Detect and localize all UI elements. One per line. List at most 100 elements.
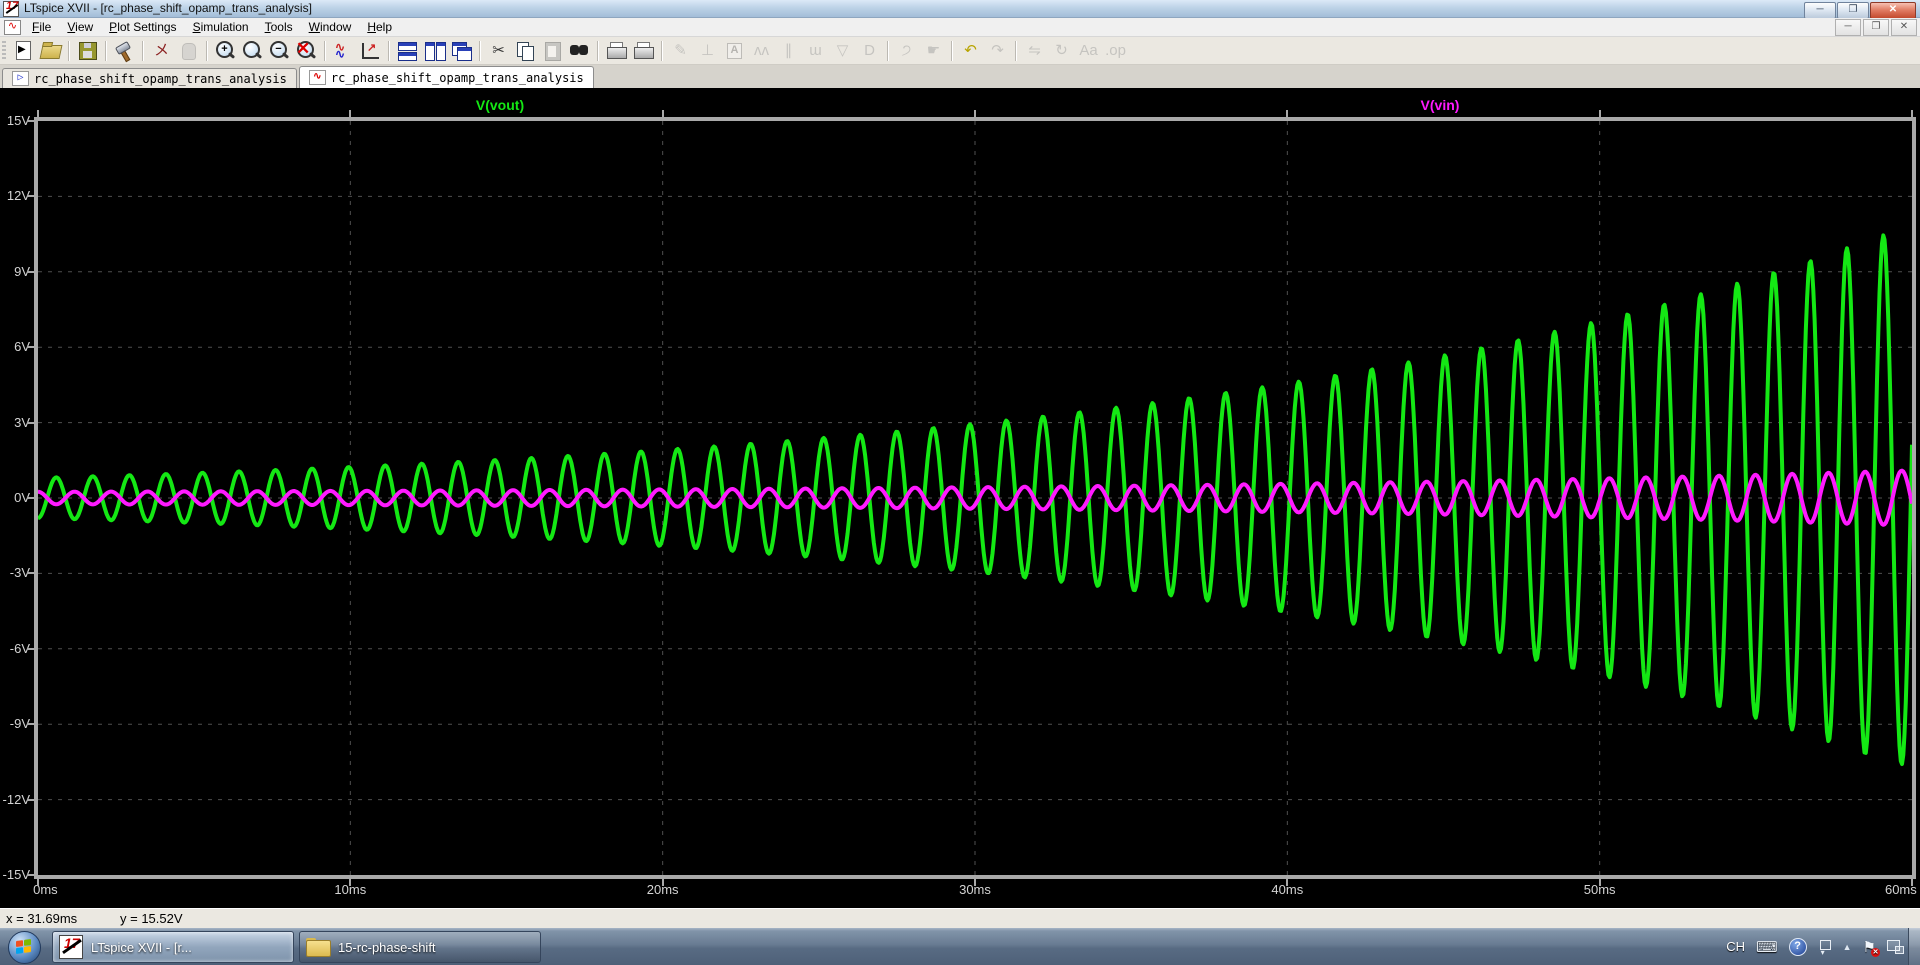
child-window-controls: ─ ❐ ✕ [1835,19,1917,36]
y-tick-label: 9V [0,264,30,280]
language-indicator[interactable]: CH [1726,939,1745,954]
x-tick-mark [1599,110,1601,117]
toolbar-separator [1015,41,1017,61]
toolbar-separator [206,41,208,61]
x-tick-mark [1599,879,1601,886]
start-button[interactable] [8,931,41,964]
y-tick-label: 15V [0,113,30,129]
action-center-icon[interactable]: ⚑✕ [1863,938,1876,956]
find-icon[interactable] [567,39,592,62]
toolbar-separator [597,41,599,61]
plot-settings-axes-icon[interactable]: ↗ [358,39,383,62]
close-button[interactable]: ✕ [1870,2,1916,19]
menu-tools[interactable]: Tools [257,18,301,36]
legend-vvout[interactable]: V(vout) [476,97,524,113]
restore-button[interactable]: ❐ [1837,2,1869,19]
ltspice-task-icon: 17 [59,935,83,959]
place-component-icon: D [857,39,882,62]
menu-window[interactable]: Window [301,18,360,36]
place-capacitor-icon: ∥ [776,39,801,62]
tab-schematic[interactable]: ▷ rc_phase_shift_opamp_trans_analysis [2,68,297,88]
waveform-window-icon: ∿ [4,20,21,35]
open-file-icon[interactable] [38,39,63,62]
tab-label: rc_phase_shift_opamp_trans_analysis [34,72,287,86]
tile-vertical-icon[interactable] [422,39,447,62]
menu-view[interactable]: View [59,18,101,36]
ltspice-logo-icon: 17 [3,1,19,17]
zoom-back-icon[interactable]: − [267,39,292,62]
y-tick-mark [27,874,34,876]
undo-icon[interactable]: ↶ [958,39,983,62]
tile-horizontal-icon[interactable] [395,39,420,62]
child-close-button[interactable]: ✕ [1891,19,1917,36]
cut-icon[interactable]: ✂ [486,39,511,62]
toolbar-separator [324,41,326,61]
print-icon[interactable] [604,39,629,62]
x-tick-mark [37,879,39,886]
run-simulation-icon[interactable]: メ [149,39,174,62]
taskbar-button-ltspice[interactable]: 17LTspice XVII - [r... [52,931,294,963]
zoom-area-icon[interactable]: + [213,39,238,62]
y-tick-mark [27,120,34,122]
title-bar: 17 LTspice XVII - [rc_phase_shift_opamp_… [0,0,1920,18]
legend-vvin[interactable]: V(vin) [1421,97,1460,113]
status-bar: x = 31.69ms y = 15.52V [0,908,1920,929]
tab-label: rc_phase_shift_opamp_trans_analysis [331,71,584,85]
taskbar-button-folder[interactable]: 15-rc-phase-shift [299,931,541,963]
tray-overflow-icon[interactable]: ▾ [1818,940,1832,954]
schematic-tab-icon: ▷ [12,71,29,86]
y-tick-label: -6V [0,641,30,657]
x-tick-mark [349,879,351,886]
menu-plot-settings[interactable]: Plot Settings [101,18,184,36]
draw-wire-icon: ✎ [668,39,693,62]
tab-strip: ▷rc_phase_shift_opamp_trans_analysis∿rc_… [0,65,1920,89]
toolbar-separator [388,41,390,61]
menu-bar: ∿ FileViewPlot SettingsSimulationToolsWi… [0,18,1920,37]
x-tick-mark [37,110,39,117]
menu-simulation[interactable]: Simulation [185,18,257,36]
keyboard-icon[interactable]: ⌨ [1756,938,1778,956]
show-desktop-button[interactable] [1908,928,1920,965]
y-tick-label: -3V [0,565,30,581]
drag-icon: ☛ [921,39,946,62]
zoom-pan-icon[interactable] [240,39,265,62]
save-icon[interactable] [75,39,100,62]
window-controls: ─ ❐ ✕ [1804,2,1916,19]
place-inductor-icon: ɯ [803,39,828,62]
minimize-button[interactable]: ─ [1804,2,1836,19]
move-icon: ੭ [894,39,919,62]
child-minimize-button[interactable]: ─ [1835,19,1861,36]
folder-icon [306,938,330,956]
new-schematic-icon[interactable]: ▶ [11,39,36,62]
child-restore-button[interactable]: ❐ [1863,19,1889,36]
cascade-windows-icon[interactable] [449,39,474,62]
y-tick-mark [27,195,34,197]
toolbar-separator [105,41,107,61]
menu-help[interactable]: Help [359,18,400,36]
y-tick-mark [27,572,34,574]
x-tick-mark [1286,110,1288,117]
halt-simulation-icon [176,39,201,62]
waveform-plot-area[interactable]: V(vout)V(vin)15V12V9V6V3V0V-3V-6V-9V-12V… [0,88,1920,908]
y-tick-mark [27,497,34,499]
y-tick-label: 12V [0,188,30,204]
y-tick-label: -12V [0,792,30,808]
copy-icon[interactable] [513,39,538,62]
tab-waveform[interactable]: ∿rc_phase_shift_opamp_trans_analysis [299,66,594,88]
autorange-y-axis-icon[interactable]: ∿∿ [331,39,356,62]
toolbar-separator [887,41,889,61]
menu-file[interactable]: File [24,18,59,36]
show-hidden-icons-icon[interactable]: ▲ [1843,942,1852,952]
waveform-canvas[interactable] [38,121,1912,875]
help-icon[interactable]: ? [1789,938,1807,956]
x-tick-mark [974,110,976,117]
print-preview-icon[interactable] [631,39,656,62]
net-label-icon: A [722,39,747,62]
place-diode-icon: ▽ [830,39,855,62]
network-icon[interactable] [1887,940,1904,954]
system-tray: CH ⌨? ▾ ▲ ⚑✕ [1726,928,1904,965]
cursor-x-readout: x = 31.69ms [6,911,77,926]
zoom-full-extents-icon[interactable]: ✕ [294,39,319,62]
control-panel-icon[interactable] [112,39,137,62]
cursor-y-readout: y = 15.52V [120,911,183,926]
